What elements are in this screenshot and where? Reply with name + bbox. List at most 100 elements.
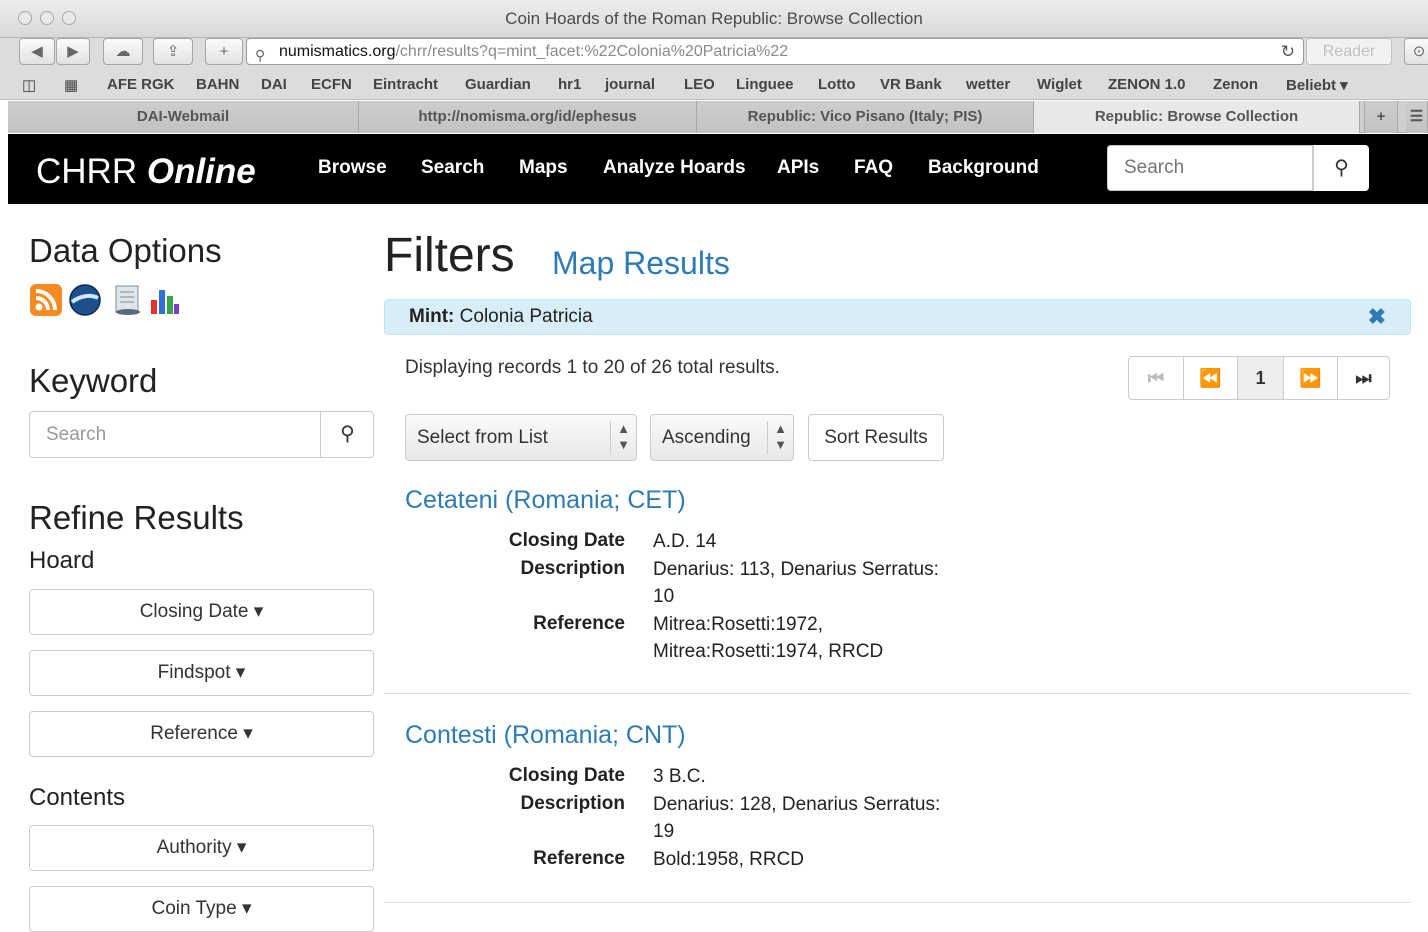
nav-faq[interactable]: FAQ — [854, 157, 893, 179]
window-titlebar: Coin Hoards of the Roman Republic: Brows… — [0, 0, 1428, 38]
navbar-search: ⚲ — [1107, 145, 1369, 191]
keyword-search: Search ⚲ — [29, 411, 374, 458]
hoard-title-link[interactable]: Contesti (Romania; CNT) — [405, 721, 686, 750]
nav-analyze-hoards[interactable]: Analyze Hoards — [603, 157, 746, 179]
closing-date-value: 3 B.C. — [653, 766, 706, 787]
bookmarks-bar: ◫ ▦ AFE RGK BAHN DAI ECFN Eintracht Guar… — [0, 70, 1428, 100]
data-options-heading: Data Options — [29, 232, 222, 269]
nav-maps[interactable]: Maps — [519, 157, 568, 179]
remove-filter-icon[interactable]: ✖ — [1368, 300, 1386, 334]
pagination: ⏮ ⏪ 1 ⏩ ⏭ — [1128, 356, 1390, 400]
result-divider — [384, 693, 1411, 694]
new-tab-plus-icon[interactable]: + — [1364, 101, 1398, 133]
back-button[interactable]: ◀ — [19, 38, 55, 65]
globe-search-icon: ⚲ — [255, 47, 266, 63]
bookmark-item[interactable]: Eintracht — [373, 76, 438, 93]
facet-closing-date[interactable]: Closing Date ▾ — [29, 589, 374, 635]
reader-button[interactable]: Reader — [1306, 38, 1392, 65]
next-page-icon[interactable]: ⏩ — [1283, 357, 1337, 399]
bookmark-item[interactable]: Zenon — [1213, 76, 1258, 93]
current-page[interactable]: 1 — [1237, 357, 1283, 399]
search-icon: ⚲ — [1334, 157, 1349, 179]
refine-results-heading: Refine Results — [29, 499, 244, 536]
navbar-search-button[interactable]: ⚲ — [1313, 145, 1369, 191]
reload-icon[interactable]: ↻ — [1281, 39, 1295, 64]
bookmark-item[interactable]: DAI — [261, 76, 287, 93]
downloads-button[interactable]: ⊙ — [1404, 38, 1428, 65]
keyword-heading: Keyword — [29, 362, 158, 399]
bookmark-item[interactable]: Linguee — [736, 76, 794, 93]
facet-coin-type[interactable]: Coin Type ▾ — [29, 886, 374, 932]
share-icon: ⇪ — [166, 43, 180, 60]
tab-nomisma-ephesus[interactable]: http://nomisma.org/id/ephesus — [359, 101, 697, 133]
bookmark-item[interactable]: VR Bank — [880, 76, 942, 93]
top-sites-icon[interactable]: ▦ — [64, 76, 78, 94]
result-divider — [384, 902, 1411, 903]
hoard-title-link[interactable]: Cetateni (Romania; CET) — [405, 486, 686, 515]
csv-download-icon[interactable] — [112, 284, 144, 316]
last-page-icon[interactable]: ⏭ — [1337, 357, 1389, 399]
forward-button[interactable]: ▶ — [56, 38, 90, 65]
closing-date-label: Closing Date — [508, 530, 625, 551]
map-results-link[interactable]: Map Results — [552, 245, 730, 282]
google-earth-icon[interactable] — [69, 284, 101, 316]
nav-apis[interactable]: APIs — [777, 157, 819, 179]
sort-field-select[interactable]: Select from List ▲ ▼ — [405, 414, 637, 461]
description-label: Description — [520, 558, 625, 579]
bookmark-item[interactable]: hr1 — [558, 76, 581, 93]
select-arrows-icon: ▲ ▼ — [610, 421, 636, 454]
bookmark-item[interactable]: ZENON 1.0 — [1108, 76, 1186, 93]
facet-findspot[interactable]: Findspot ▾ — [29, 650, 374, 696]
nav-background[interactable]: Background — [928, 157, 1039, 179]
keyword-search-button[interactable]: ⚲ — [320, 412, 374, 457]
sort-order-value: Ascending — [662, 427, 751, 448]
facet-authority[interactable]: Authority ▾ — [29, 825, 374, 871]
navbar-search-input[interactable] — [1107, 145, 1313, 191]
new-tab-button[interactable]: + — [205, 38, 243, 65]
bookmark-item[interactable]: ECFN — [311, 76, 352, 93]
closing-date-value: A.D. 14 — [653, 531, 717, 552]
brand-main: CHRR — [36, 152, 138, 191]
bookmark-item[interactable]: LEO — [684, 76, 715, 93]
address-bar[interactable]: ⚲ numismatics.org/chrr/results?q=mint_fa… — [246, 38, 1304, 65]
description-value: Denarius: 113, Denarius Serratus: 10 — [653, 559, 939, 607]
bookmark-item[interactable]: journal — [605, 76, 655, 93]
bookmark-item[interactable]: BAHN — [196, 76, 239, 93]
reference-value: Mitrea:Rosetti:1972, Mitrea:Rosetti:1974… — [653, 614, 884, 662]
first-page-icon[interactable]: ⏮ — [1129, 357, 1183, 399]
plus-icon: + — [219, 43, 229, 60]
filter-label: Mint: — [409, 306, 455, 327]
tab-bar: DAI-Webmail http://nomisma.org/id/ephesu… — [8, 101, 1428, 133]
filter-value: Colonia Patricia — [459, 306, 593, 327]
bookmark-item[interactable]: wetter — [966, 76, 1010, 93]
reference-label: Reference — [533, 613, 625, 634]
reference-value: Bold:1958, RRCD — [653, 849, 805, 870]
bookmark-folder[interactable]: Beliebt ▾ — [1286, 76, 1348, 94]
prev-page-icon[interactable]: ⏪ — [1183, 357, 1237, 399]
facet-reference[interactable]: Reference ▾ — [29, 711, 374, 757]
bookmark-item[interactable]: AFE RGK — [107, 76, 175, 93]
window-title: Coin Hoards of the Roman Republic: Brows… — [505, 9, 923, 28]
bookmark-item[interactable]: Lotto — [818, 76, 855, 93]
nav-search[interactable]: Search — [421, 157, 484, 179]
sort-order-select[interactable]: Ascending ▲ ▼ — [650, 414, 794, 461]
share-button[interactable]: ⇪ — [153, 38, 193, 65]
rss-feed-icon[interactable] — [30, 284, 62, 316]
tab-vico-pisano[interactable]: Republic: Vico Pisano (Italy; PIS) — [697, 101, 1034, 133]
reading-list-icon[interactable]: ◫ — [22, 76, 36, 94]
sort-results-button[interactable]: Sort Results — [808, 414, 944, 461]
bookmark-item[interactable]: Wiglet — [1037, 76, 1082, 93]
nav-browse[interactable]: Browse — [318, 157, 387, 179]
site-brand[interactable]: CHRR Online — [36, 152, 256, 192]
bookmark-item[interactable]: Guardian — [465, 76, 531, 93]
bar-chart-icon[interactable] — [148, 284, 180, 316]
keyword-search-input[interactable]: Search — [30, 412, 320, 457]
tab-dai-webmail[interactable]: DAI-Webmail — [8, 101, 359, 133]
tab-browse-collection[interactable]: Republic: Browse Collection — [1034, 101, 1360, 133]
closing-date-label: Closing Date — [508, 765, 625, 786]
tab-overview-icon[interactable]: ☰ — [1406, 101, 1428, 133]
cloud-icon: ☁ — [115, 43, 131, 60]
icloud-tabs-button[interactable]: ☁ — [103, 38, 143, 65]
select-arrows-icon: ▲ ▼ — [767, 421, 793, 454]
url-path: /chrr/results?q=mint_facet:%22Colonia%20… — [395, 43, 789, 60]
